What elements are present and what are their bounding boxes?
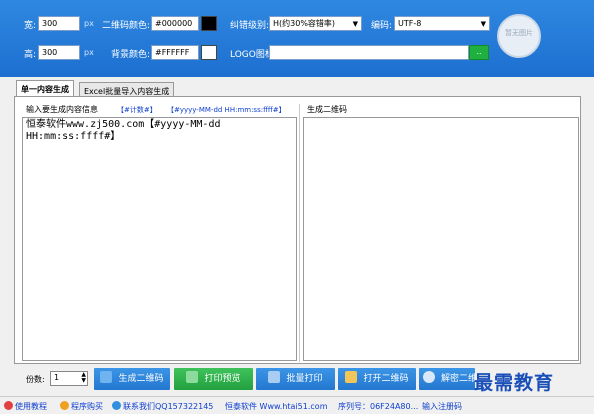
insert-datetime-link[interactable]: 【#yyyy-MM-dd HH:mm:ss:ffff#】 bbox=[167, 105, 286, 115]
ec-level-value: H(约30%容错率) bbox=[273, 19, 336, 28]
chevron-down-icon: ▼ bbox=[480, 20, 486, 28]
printer-icon bbox=[268, 371, 281, 383]
copies-value: 1 bbox=[54, 373, 60, 382]
print-preview-label: 打印预览 bbox=[204, 374, 241, 384]
generate-qr-button[interactable]: 生成二维码 bbox=[94, 368, 170, 390]
section-divider bbox=[299, 104, 300, 362]
status-tutorial-label: 使用教程 bbox=[15, 402, 47, 411]
logo-path-input[interactable] bbox=[269, 45, 469, 60]
qr-color-input[interactable]: #000000 bbox=[151, 16, 199, 31]
decode-qr-label: 解密二维 bbox=[441, 374, 475, 384]
cart-icon bbox=[60, 401, 69, 410]
encoding-select[interactable]: UTF-8 ▼ bbox=[394, 16, 490, 31]
status-serial: 序列号：06F24A80... bbox=[338, 402, 419, 411]
print-preview-button[interactable]: 打印预览 bbox=[174, 368, 253, 390]
qr-color-label: 二维码颜色: bbox=[102, 21, 151, 31]
bg-color-label: 背景颜色: bbox=[111, 50, 151, 60]
bg-color-swatch[interactable] bbox=[201, 45, 217, 60]
help-icon bbox=[4, 401, 13, 410]
bg-color-input[interactable]: #FFFFFF bbox=[151, 45, 199, 60]
input-section-title: 输入要生成内容信息 bbox=[26, 104, 98, 115]
height-unit: px bbox=[84, 48, 94, 57]
ec-level-select[interactable]: H(约30%容错率) ▼ bbox=[269, 16, 362, 31]
status-contact-label: 联系我们QQ157322145 bbox=[123, 402, 214, 411]
width-label: 宽: bbox=[24, 21, 37, 31]
status-register[interactable]: 输入注册码 bbox=[422, 401, 462, 412]
copies-stepper[interactable]: 1 ▲ ▼ bbox=[50, 371, 88, 386]
qr-preview-thumbnail: 暂无图片 bbox=[497, 14, 541, 58]
browse-logo-button[interactable]: .. bbox=[469, 45, 489, 60]
open-qr-label: 打开二维码 bbox=[363, 374, 409, 384]
height-label: 高: bbox=[24, 50, 37, 60]
encoding-value: UTF-8 bbox=[398, 19, 422, 28]
open-qr-button[interactable]: 打开二维码 bbox=[338, 368, 416, 390]
width-unit: px bbox=[84, 19, 94, 28]
output-section-title: 生成二维码 bbox=[307, 105, 347, 114]
chevron-down-icon: ▼ bbox=[352, 20, 358, 28]
height-input[interactable]: 300 bbox=[38, 45, 80, 60]
content-textarea[interactable]: 恒泰软件www.zj500.com【#yyyy-MM-dd HH:mm:ss:f… bbox=[22, 117, 297, 361]
copies-label: 份数: bbox=[26, 375, 45, 384]
content-line-2: HH:mm:ss:ffff#】 bbox=[26, 131, 121, 142]
qr-output-area bbox=[303, 117, 579, 361]
qq-icon bbox=[112, 401, 121, 410]
watermark-text: 最需教育 bbox=[474, 372, 555, 394]
ec-level-label: 纠错级别: bbox=[230, 21, 270, 31]
status-tutorial[interactable]: 使用教程 bbox=[4, 401, 47, 412]
status-purchase[interactable]: 程序购买 bbox=[60, 401, 103, 412]
batch-print-button[interactable]: 批量打印 bbox=[256, 368, 335, 390]
width-input[interactable]: 300 bbox=[38, 16, 80, 31]
insert-counter-link[interactable]: 【#计数#】 bbox=[117, 105, 157, 115]
status-bar: 使用教程 程序购买 联系我们QQ157322145 恒泰软件 Www.htai5… bbox=[0, 396, 594, 414]
status-website[interactable]: 恒泰软件 Www.htai51.com bbox=[225, 401, 328, 412]
folder-icon bbox=[345, 371, 358, 383]
content-line-1: 恒泰软件www.zj500.com【#yyyy-MM-dd bbox=[26, 119, 221, 130]
print-preview-icon bbox=[186, 371, 199, 383]
status-purchase-label: 程序购买 bbox=[71, 402, 103, 411]
qr-icon bbox=[100, 371, 113, 383]
encoding-label: 编码: bbox=[371, 21, 393, 31]
status-contact[interactable]: 联系我们QQ157322145 bbox=[112, 401, 213, 412]
preview-placeholder-text: 暂无图片 bbox=[505, 29, 533, 37]
stepper-arrows-icon[interactable]: ▲ ▼ bbox=[81, 372, 86, 384]
qr-color-swatch[interactable] bbox=[201, 16, 217, 31]
decode-qr-button[interactable]: 解密二维 bbox=[419, 368, 475, 390]
input-section-label: 输入要生成内容信息 bbox=[26, 105, 98, 114]
batch-print-label: 批量打印 bbox=[286, 374, 323, 384]
decode-icon bbox=[423, 371, 435, 383]
generate-qr-label: 生成二维码 bbox=[118, 374, 164, 384]
